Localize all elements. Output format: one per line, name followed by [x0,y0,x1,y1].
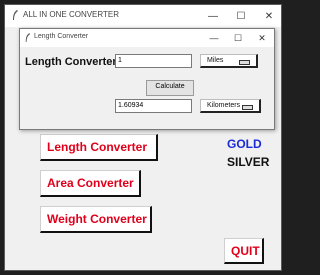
close-button[interactable]: ✕ [255,5,283,27]
result-output: 1.60934 [115,99,192,113]
maximize-button[interactable]: ☐ [226,29,250,47]
to-unit-label: Kilometers [207,102,241,109]
main-titlebar[interactable]: ALL IN ONE CONVERTER — ☐ ✕ [5,5,281,27]
length-converter-label: Length Converter [25,56,117,68]
calculate-button[interactable]: Calculate [146,80,194,96]
weight-converter-button[interactable]: Weight Converter [40,206,152,233]
feather-icon [13,10,18,20]
option-menu-indicator-icon [239,60,250,65]
length-input[interactable]: 1 [115,54,192,68]
gold-label: GOLD [227,137,262,151]
minimize-button[interactable]: — [202,29,226,47]
maximize-button[interactable]: ☐ [227,5,255,27]
quit-button[interactable]: QUIT [224,238,264,264]
close-button[interactable]: ✕ [250,29,274,47]
length-converter-button[interactable]: Length Converter [40,134,158,161]
length-titlebar[interactable]: Length Converter — ☐ ✕ [20,29,274,47]
from-unit-menu[interactable]: Miles [200,54,258,68]
length-window-title: Length Converter [34,33,89,40]
silver-label: SILVER [227,155,270,169]
main-window-title: ALL IN ONE CONVERTER [23,10,120,19]
minimize-button[interactable]: — [199,5,227,27]
area-converter-button[interactable]: Area Converter [40,170,141,197]
feather-icon [25,33,31,42]
length-converter-window: Length Converter — ☐ ✕ Length Converter … [19,28,275,130]
to-unit-menu[interactable]: Kilometers [200,99,261,113]
from-unit-label: Miles [207,57,224,64]
option-menu-indicator-icon [242,105,253,110]
